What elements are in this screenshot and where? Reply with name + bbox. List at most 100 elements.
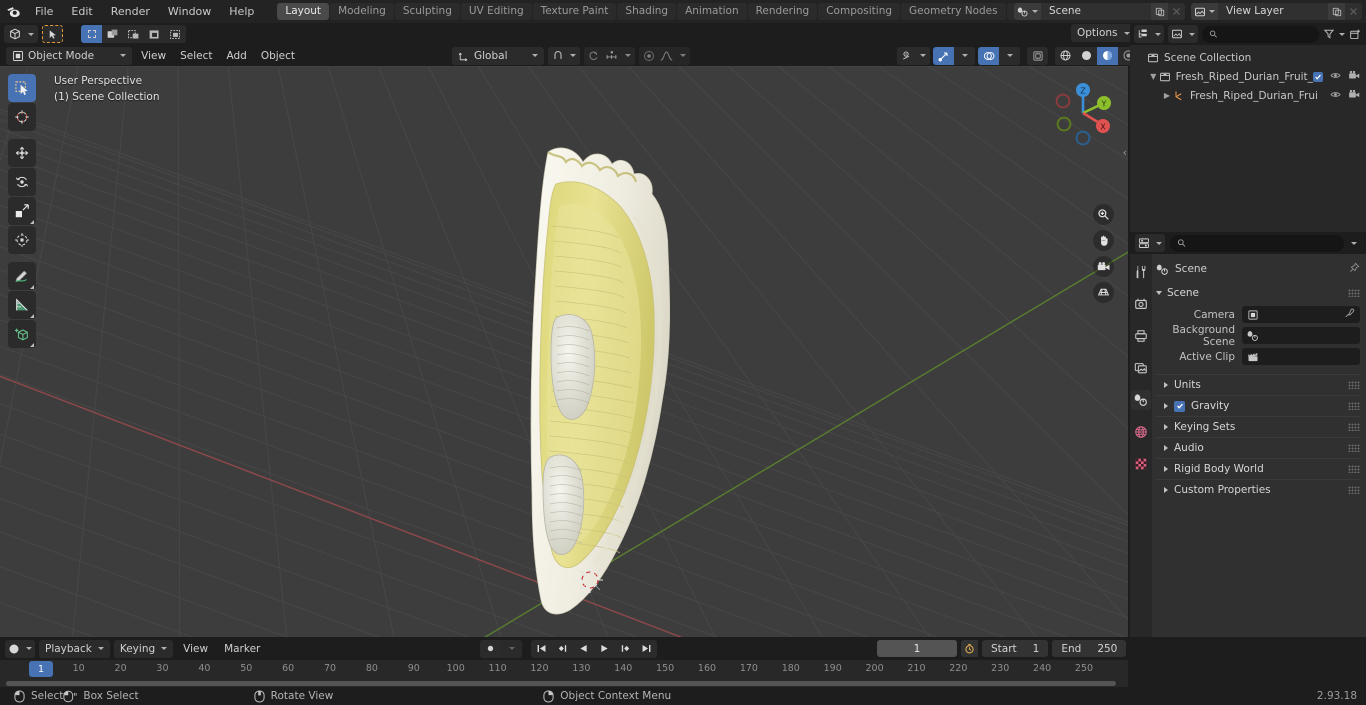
- editor-type-3dview-icon[interactable]: [4, 25, 38, 43]
- object-visibility-button[interactable]: [897, 46, 930, 65]
- snap-target-controls[interactable]: [583, 46, 635, 65]
- outliner-filter-button[interactable]: [1323, 28, 1345, 40]
- solid-icon[interactable]: [1076, 46, 1097, 65]
- property-field[interactable]: [1242, 348, 1360, 365]
- properties-editor-icon[interactable]: [1135, 234, 1165, 252]
- scale-tool[interactable]: [8, 197, 36, 225]
- select-extend-icon[interactable]: [102, 25, 123, 43]
- workspace-tab-shading[interactable]: Shading: [617, 3, 677, 20]
- sub-panel-rigid-body-world[interactable]: Rigid Body World: [1156, 458, 1360, 479]
- viewport-menu-view[interactable]: View: [135, 47, 172, 65]
- play-reverse-icon[interactable]: [573, 639, 594, 658]
- timeline-scrubber[interactable]: 10 20 30 40 50 60 70 80 90 100 110 120 130 140 150 160 1…: [0, 660, 1128, 680]
- menu-file[interactable]: File: [26, 3, 62, 21]
- viewport-menu-select[interactable]: Select: [174, 47, 218, 65]
- wireframe-icon[interactable]: [1055, 46, 1076, 65]
- transform-orientation-selector[interactable]: Global: [452, 46, 544, 65]
- annotate-tool[interactable]: [8, 262, 36, 290]
- cursor-tool[interactable]: [8, 103, 36, 131]
- view-layer-tab[interactable]: [1131, 358, 1151, 378]
- sub-panel-units[interactable]: Units: [1156, 374, 1360, 395]
- xray-toggle-icon[interactable]: [1027, 46, 1048, 65]
- viewport-options-button[interactable]: Options: [1071, 24, 1136, 42]
- scene-name[interactable]: Scene: [1041, 3, 1151, 20]
- workspace-tab-sculpting[interactable]: Sculpting: [394, 3, 460, 20]
- transform-tool[interactable]: [8, 226, 36, 254]
- sub-panel-gravity[interactable]: Gravity: [1156, 395, 1360, 416]
- menu-render[interactable]: Render: [102, 3, 159, 21]
- 3d-viewport[interactable]: User Perspective (1) Scene Collection Z …: [0, 66, 1128, 637]
- outliner-row[interactable]: Scene Collection: [1130, 48, 1366, 67]
- select-invert-icon[interactable]: [144, 25, 165, 43]
- prev-keyframe-icon[interactable]: [552, 639, 573, 658]
- gizmo-icon[interactable]: [933, 46, 954, 65]
- gizmo-options-dropdown[interactable]: [954, 46, 975, 65]
- outliner-display-icon[interactable]: [1134, 25, 1164, 43]
- disable-in-renders-icon[interactable]: [1348, 70, 1360, 84]
- overlays-icon[interactable]: [978, 46, 999, 65]
- property-field[interactable]: [1242, 306, 1360, 323]
- pan-hand-icon[interactable]: [1093, 230, 1114, 251]
- frame-end-field[interactable]: End 250: [1052, 640, 1127, 657]
- toggle-perspective-icon[interactable]: [1093, 282, 1114, 303]
- sub-panel-custom-properties[interactable]: Custom Properties: [1156, 479, 1360, 500]
- stopwatch-icon[interactable]: [961, 640, 978, 657]
- eyedropper-icon[interactable]: [1344, 308, 1355, 322]
- sub-panel-keying-sets[interactable]: Keying Sets: [1156, 416, 1360, 437]
- output-tab[interactable]: [1131, 326, 1151, 346]
- world-tab[interactable]: [1131, 422, 1151, 442]
- hide-in-viewport-icon[interactable]: [1330, 89, 1341, 103]
- render-tab[interactable]: [1131, 294, 1151, 314]
- scene-tab[interactable]: [1131, 390, 1151, 410]
- auto-keying-options[interactable]: [501, 639, 522, 658]
- playback-menu[interactable]: Playback: [39, 639, 110, 658]
- sidebar-collapse-icon[interactable]: ‹: [1123, 146, 1127, 159]
- remove-viewlayer-button[interactable]: [1345, 3, 1362, 20]
- outliner-row[interactable]: ▼ Fresh_Riped_Durian_Fruit_Slic: [1130, 67, 1366, 86]
- chevron-right-icon[interactable]: ▶: [1161, 91, 1173, 100]
- material-preview-icon[interactable]: [1097, 46, 1118, 65]
- mode-selector[interactable]: Object Mode: [6, 46, 133, 65]
- chevron-down-icon[interactable]: ▼: [1148, 72, 1159, 81]
- sub-panel-audio[interactable]: Audio: [1156, 437, 1360, 458]
- disable-in-renders-icon[interactable]: [1348, 89, 1360, 103]
- add-cube-tool[interactable]: [8, 320, 36, 348]
- workspace-tab-rendering[interactable]: Rendering: [747, 3, 818, 20]
- unlink-scene-button[interactable]: [1168, 3, 1185, 20]
- property-field[interactable]: [1242, 327, 1360, 344]
- play-icon[interactable]: [594, 639, 615, 658]
- camera-view-icon[interactable]: [1093, 256, 1114, 277]
- current-frame-field[interactable]: 1: [877, 640, 957, 657]
- hide-in-viewport-icon[interactable]: [1330, 70, 1341, 84]
- zoom-icon[interactable]: [1093, 204, 1114, 225]
- viewport-menu-object[interactable]: Object: [255, 47, 301, 65]
- proportional-editing-button[interactable]: [638, 46, 690, 65]
- tweak-select-tool[interactable]: [8, 74, 36, 102]
- menu-edit[interactable]: Edit: [62, 3, 101, 21]
- timeline-marker-menu[interactable]: Marker: [218, 640, 266, 658]
- filter-id-icon[interactable]: [1168, 25, 1198, 43]
- scene-panel-header[interactable]: Scene: [1156, 283, 1360, 303]
- new-scene-button[interactable]: [1151, 3, 1168, 20]
- jump-start-icon[interactable]: [531, 639, 552, 658]
- playhead[interactable]: 1: [29, 661, 53, 677]
- move-tool[interactable]: [8, 139, 36, 167]
- frame-start-field[interactable]: Start 1: [982, 640, 1049, 657]
- timeline-view-menu[interactable]: View: [177, 640, 214, 658]
- outliner-search-field[interactable]: [1221, 28, 1312, 40]
- pin-icon[interactable]: [1349, 262, 1360, 276]
- outliner-search-input[interactable]: [1202, 25, 1319, 43]
- workspace-tab-animation[interactable]: Animation: [677, 3, 747, 20]
- properties-search-field[interactable]: [1190, 237, 1337, 249]
- tool-tab[interactable]: [1131, 262, 1151, 282]
- select-intersect-icon[interactable]: [165, 25, 186, 43]
- menu-help[interactable]: Help: [220, 3, 263, 21]
- viewport-menu-add[interactable]: Add: [220, 47, 252, 65]
- auto-keying-icon[interactable]: [480, 639, 501, 658]
- workspace-tab-compositing[interactable]: Compositing: [818, 3, 901, 20]
- new-viewlayer-button[interactable]: [1328, 3, 1345, 20]
- navigation-gizmo[interactable]: Z Y X: [1050, 80, 1116, 146]
- select-box-icon[interactable]: [81, 25, 102, 43]
- timeline-scrollbar[interactable]: [6, 681, 1116, 686]
- select-subtract-icon[interactable]: [123, 25, 144, 43]
